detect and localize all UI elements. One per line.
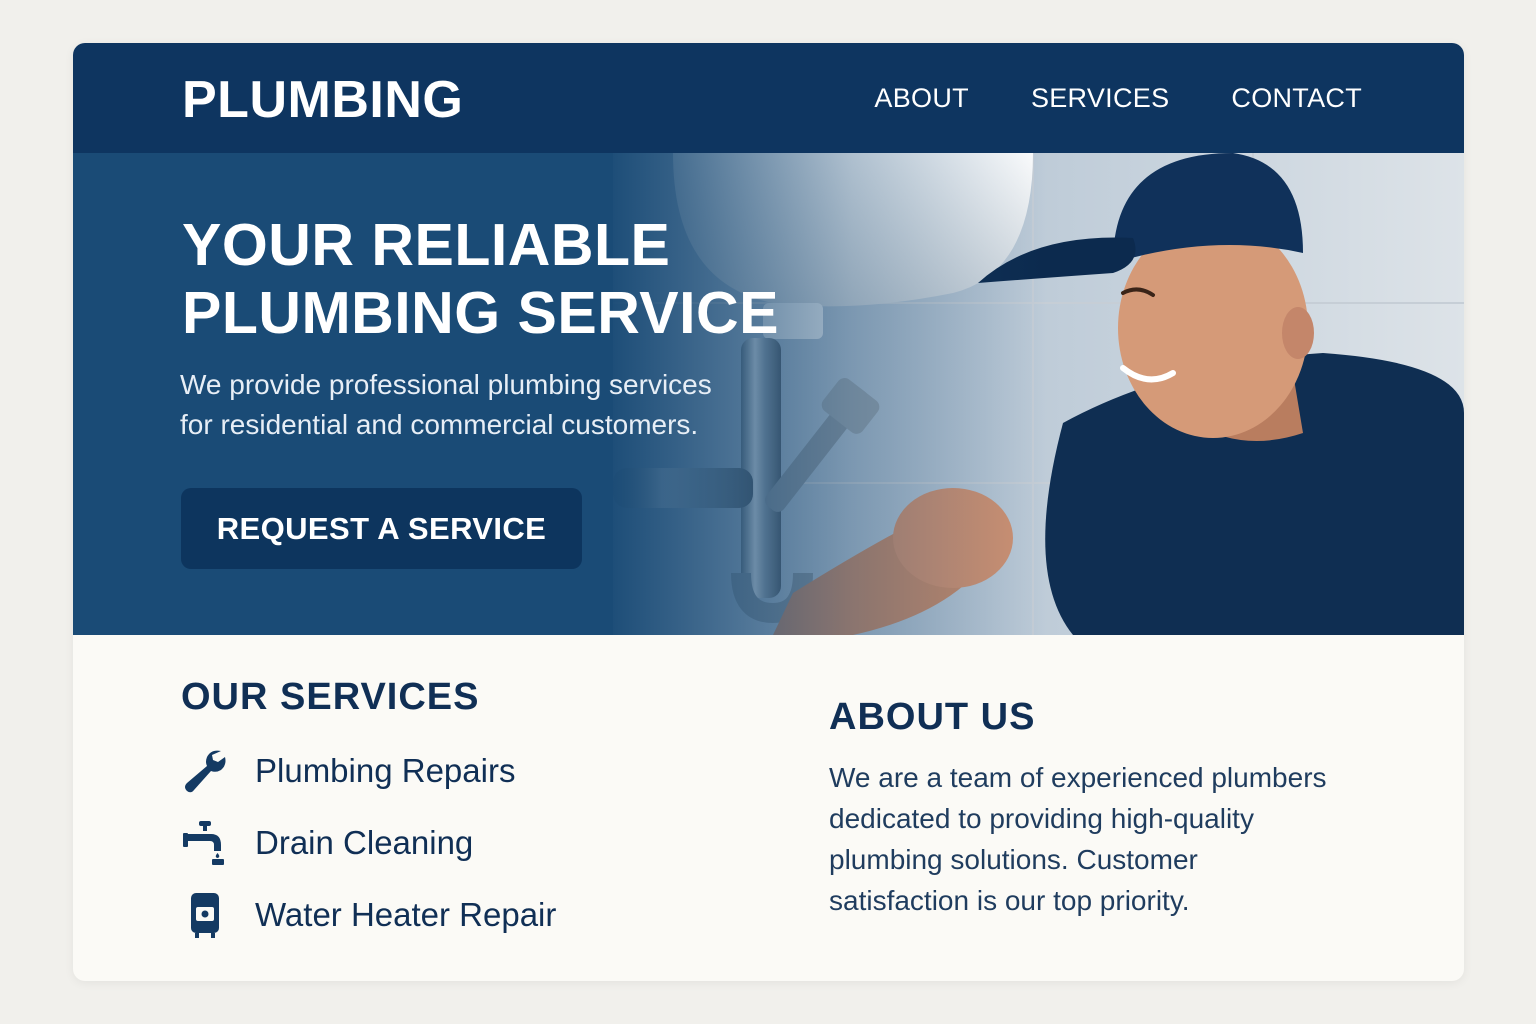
about-section: ABOUT US We are a team of experienced pl… xyxy=(829,695,1389,921)
hero-subtitle-line-1: We provide professional plumbing service… xyxy=(180,369,712,400)
water-heater-icon xyxy=(181,891,229,939)
service-item-drain-cleaning[interactable]: Drain Cleaning xyxy=(181,817,556,869)
service-label: Water Heater Repair xyxy=(255,896,557,933)
service-item-water-heater-repair[interactable]: Water Heater Repair xyxy=(181,889,556,941)
service-label: Drain Cleaning xyxy=(255,824,474,861)
hero-section: YOUR RELIABLE PLUMBING SERVICE We provid… xyxy=(73,153,1464,635)
nav-link-services[interactable]: SERVICES xyxy=(1031,81,1169,115)
request-service-button[interactable]: REQUEST A SERVICE xyxy=(181,488,582,569)
hero-subtitle-line-2: for residential and commercial customers… xyxy=(180,409,699,440)
about-line-2: dedicated to providing high-quality xyxy=(829,803,1254,834)
hero-title-line-1: YOUR RELIABLE xyxy=(182,212,671,278)
services-list: Plumbing Repairs Drain Cleaning Water He… xyxy=(181,745,556,941)
hero-title: YOUR RELIABLE PLUMBING SERVICE xyxy=(182,211,882,347)
about-line-1: We are a team of experienced plumbers xyxy=(829,762,1327,793)
main-nav: ABOUT SERVICES CONTACT xyxy=(874,81,1362,115)
about-title: ABOUT US xyxy=(829,696,1036,738)
services-title: OUR SERVICES xyxy=(181,676,480,718)
nav-link-contact[interactable]: CONTACT xyxy=(1231,81,1362,115)
hero-title-line-2: PLUMBING SERVICE xyxy=(182,280,779,346)
about-line-3: plumbing solutions. Customer xyxy=(829,844,1198,875)
hero-subtitle: We provide professional plumbing service… xyxy=(180,365,780,445)
service-item-plumbing-repairs[interactable]: Plumbing Repairs xyxy=(181,745,556,797)
wrench-icon xyxy=(181,747,229,795)
service-label: Plumbing Repairs xyxy=(255,752,516,789)
nav-link-about[interactable]: ABOUT xyxy=(874,81,969,115)
site-logo[interactable]: PLUMBING xyxy=(182,71,463,129)
faucet-icon xyxy=(181,819,229,867)
top-navigation-bar: PLUMBING ABOUT SERVICES CONTACT xyxy=(73,43,1464,153)
services-section: OUR SERVICES Plumbing Repairs Drain Clea… xyxy=(181,675,556,961)
website-mockup: PLUMBING ABOUT SERVICES CONTACT YOUR REL… xyxy=(73,43,1464,981)
about-description: We are a team of experienced plumbers de… xyxy=(829,757,1389,921)
about-line-4: satisfaction is our top priority. xyxy=(829,885,1190,916)
